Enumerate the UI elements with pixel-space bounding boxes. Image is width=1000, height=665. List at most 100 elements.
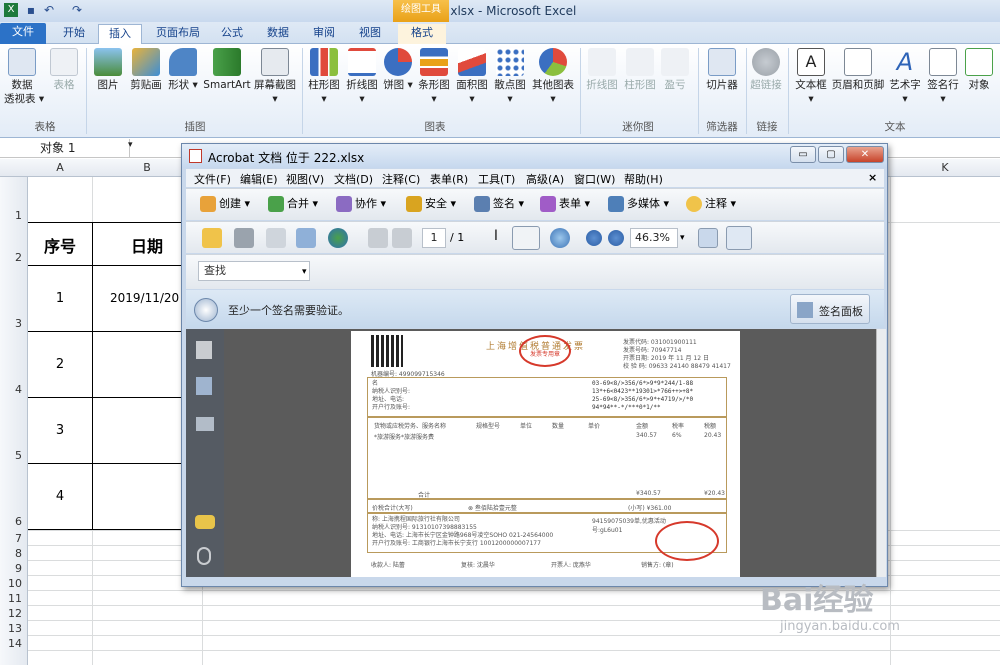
previous-page-icon[interactable] [368,228,388,248]
forms-button[interactable]: 表单 ▾ [540,196,590,212]
bar-chart-button[interactable]: 条形图 ▾ [416,48,452,106]
fit-page-icon[interactable] [726,226,752,250]
pie-chart-button[interactable]: 饼图 ▾ [382,48,414,92]
header-footer-button[interactable]: 页眉和页脚 [830,48,886,92]
find-dropdown-icon[interactable]: ▾ [302,264,307,280]
zoom-out-icon[interactable] [586,230,602,246]
menu-view[interactable]: 视图(V) [286,171,324,187]
row-header[interactable]: 12 [0,607,26,620]
open-folder-icon[interactable] [202,228,222,248]
menu-help[interactable]: 帮助(H) [624,171,663,187]
smartart-button[interactable]: SmartArt [202,48,252,92]
menu-forms[interactable]: 表单(R) [430,171,468,187]
sparkline-winloss-button[interactable]: 盈亏 [660,48,690,92]
row-header[interactable]: 5 [0,449,26,462]
row-header[interactable]: 14 [0,637,26,650]
line-chart-button[interactable]: 折线图 ▾ [344,48,380,106]
bookmarks-icon[interactable] [196,377,212,395]
row-header[interactable]: 7 [0,532,26,545]
menu-close-icon[interactable]: × [868,171,877,184]
row-header[interactable]: 13 [0,622,26,635]
table-cell-index[interactable]: 4 [28,489,92,504]
shapes-button[interactable]: 形状 ▾ [168,48,198,92]
minimize-button[interactable]: ▭ [790,146,816,163]
tab-formulas[interactable]: 公式 [212,24,252,44]
column-header-k[interactable]: K [890,161,1000,174]
page-number-input[interactable]: 1 [422,228,446,248]
pages-icon[interactable] [196,341,212,359]
hand-tool-icon[interactable] [512,226,540,250]
close-button[interactable]: ✕ [846,146,884,163]
table-cell-index[interactable]: 3 [28,423,92,438]
email-icon[interactable] [296,228,316,248]
menu-tools[interactable]: 工具(T) [478,171,515,187]
column-header-a[interactable]: A [28,161,92,174]
create-button[interactable]: 创建 ▾ [200,196,250,212]
row-header[interactable]: 6 [0,515,26,528]
menu-document[interactable]: 文档(D) [334,171,373,187]
print-icon[interactable] [234,228,254,248]
tab-view[interactable]: 视图 [350,24,390,44]
menu-edit[interactable]: 编辑(E) [240,171,278,187]
picture-button[interactable]: 图片 [92,48,124,92]
web-icon[interactable] [328,228,348,248]
header-index[interactable]: 序号 [28,233,92,257]
secure-button[interactable]: 安全 ▾ [406,196,456,212]
name-box[interactable]: 对象 1 [0,139,130,157]
clipart-button[interactable]: 剪贴画 [126,48,166,92]
tab-insert[interactable]: 插入 [98,24,142,45]
sparkline-column-button[interactable]: 柱形图 [622,48,658,92]
wordart-button[interactable]: A 艺术字 ▾ [886,48,924,106]
menu-window[interactable]: 窗口(W) [574,171,615,187]
table-cell-index[interactable]: 1 [28,291,92,306]
zoom-dropdown-icon[interactable]: ▾ [680,230,685,246]
row-header[interactable]: 2 [0,251,26,264]
vertical-scrollbar[interactable] [876,329,886,577]
acrobat-window[interactable]: Acrobat 文档 位于 222.xlsx ▭ ▢ ✕ 文件(F) 编辑(E)… [181,143,888,587]
zoom-input[interactable]: 46.3% [630,228,678,248]
comment-button[interactable]: 注释 ▾ [686,196,736,212]
column-chart-button[interactable]: 柱形图 ▾ [306,48,342,106]
menu-comments[interactable]: 注释(C) [382,171,420,187]
table-cell-index[interactable]: 2 [28,357,92,372]
slicer-button[interactable]: 切片器 [702,48,742,92]
tab-file[interactable]: 文件 [0,23,46,44]
scatter-chart-button[interactable]: 散点图 ▾ [492,48,528,106]
hyperlink-button[interactable]: 超链接 [748,48,784,92]
signature-panel-button[interactable]: 签名面板 [790,294,870,324]
row-header[interactable]: 8 [0,547,26,560]
pivot-table-button[interactable]: 数据 透视表 ▾ [4,48,44,106]
row-header[interactable]: 10 [0,577,26,590]
fit-width-icon[interactable] [698,228,718,248]
maximize-button[interactable]: ▢ [818,146,844,163]
row-header[interactable]: 3 [0,317,26,330]
sparkline-line-button[interactable]: 折线图 [584,48,620,92]
tab-format[interactable]: 格式 [398,24,446,44]
other-charts-button[interactable]: 其他图表 ▾ [530,48,576,106]
document-viewport[interactable]: 机器编号: 499099715346 上海增值税普通发票 发票专用章 发票代码:… [224,329,876,577]
name-box-dropdown-icon[interactable]: ▾ [128,140,133,150]
row-header[interactable]: 11 [0,592,26,605]
signatures-icon[interactable] [196,417,214,431]
attachments-icon[interactable] [197,547,211,565]
tab-home[interactable]: 开始 [52,24,96,44]
object-button[interactable]: 对象 [962,48,996,92]
tab-page-layout[interactable]: 页面布局 [148,24,208,44]
text-select-icon[interactable]: I [486,228,506,248]
acrobat-title-bar[interactable]: Acrobat 文档 位于 222.xlsx ▭ ▢ ✕ [182,144,887,168]
area-chart-button[interactable]: 面积图 ▾ [454,48,490,106]
zoom-in-icon[interactable] [608,230,624,246]
row-header[interactable]: 9 [0,562,26,575]
menu-file[interactable]: 文件(F) [194,171,231,187]
sign-button[interactable]: 签名 ▾ [474,196,524,212]
combine-button[interactable]: 合并 ▾ [268,196,318,212]
tab-data[interactable]: 数据 [258,24,298,44]
signature-line-button[interactable]: 签名行 ▾ [924,48,962,106]
zoom-tool-icon[interactable] [550,228,570,248]
screenshot-button[interactable]: 屏幕截图 ▾ [252,48,298,106]
multimedia-button[interactable]: 多媒体 ▾ [608,196,669,212]
collaborate-button[interactable]: 协作 ▾ [336,196,386,212]
next-page-icon[interactable] [392,228,412,248]
table-button[interactable]: 表格 [48,48,80,92]
row-header[interactable]: 4 [0,383,26,396]
